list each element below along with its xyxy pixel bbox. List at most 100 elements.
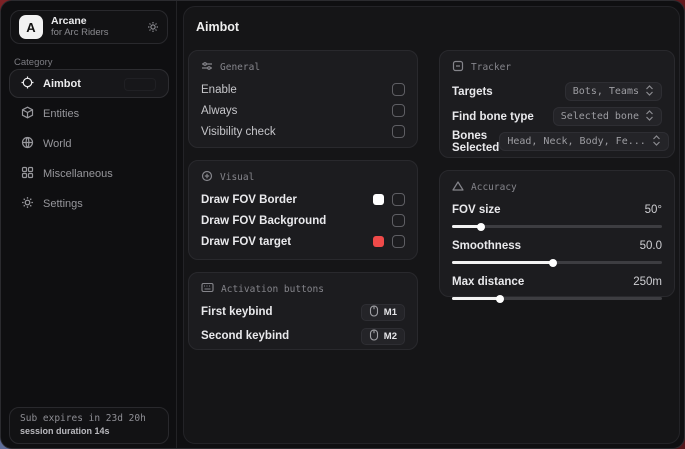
crosshair-icon [21,76,34,92]
slider-fill [452,297,500,300]
card-title: General [220,62,260,73]
setting-row-draw-fov-border: Draw FOV Border [201,189,405,210]
globe-icon [21,136,34,152]
sidebar-item-label: Entities [43,108,79,120]
draw-fov-target-checkbox[interactable] [392,235,405,248]
subscription-info: Sub expires in 23d 20h session duration … [9,407,169,444]
setting-label: Max distance [452,276,524,288]
card-title: Accuracy [471,182,517,193]
setting-label: Visibility check [201,126,276,138]
sidebar: A Arcane for Arc Riders Category [1,1,177,449]
unfold-icon [645,110,654,124]
sub-expiry-text: Sub expires in 23d 20h [20,413,158,424]
max-distance-slider[interactable] [452,294,662,303]
sidebar-item-entities[interactable]: Entities [9,99,169,128]
smoothness-slider[interactable] [452,258,662,267]
color-swatch[interactable] [373,236,384,247]
slider-thumb[interactable] [477,223,485,231]
sidebar-item-miscellaneous[interactable]: Miscellaneous [9,159,169,188]
slider-row-max-distance: Max distance 250m [452,273,662,303]
dropdown-value: Bots, Teams [573,86,639,97]
unfold-icon [652,135,661,149]
sidebar-item-aimbot[interactable]: Aimbot [9,69,169,98]
card-tracker: Tracker Targets Bots, Teams Find bone [439,50,675,158]
setting-label: Enable [201,84,237,96]
card-visual-header: Visual [201,170,405,185]
color-swatch[interactable] [373,194,384,205]
keybind-value: M1 [384,307,397,318]
setting-label: Find bone type [452,111,534,123]
card-general-header: General [201,60,405,75]
gear-icon [21,196,34,212]
dropdown-value: Selected bone [561,111,639,122]
setting-label: Draw FOV target [201,236,291,248]
setting-label: Second keybind [201,330,289,342]
card-visual: Visual Draw FOV Border Draw FOV Backgrou… [188,160,418,260]
setting-label: Always [201,105,237,117]
draw-fov-background-checkbox[interactable] [392,214,405,227]
mouse-icon [369,305,379,320]
always-checkbox[interactable] [392,104,405,117]
keyboard-icon [201,282,214,296]
sidebar-item-world[interactable]: World [9,129,169,158]
slider-row-smoothness: Smoothness 50.0 [452,237,662,267]
first-keybind-button[interactable]: M1 [361,304,405,321]
find-bone-type-dropdown[interactable]: Selected bone [553,107,662,126]
card-activation-header: Activation buttons [201,282,405,296]
sliders-icon [201,60,213,75]
app-logo: A [19,15,43,39]
card-title: Visual [220,172,254,183]
setting-label: FOV size [452,204,501,216]
setting-row-first-keybind: First keybind M1 [201,300,405,324]
slider-fill [452,261,553,264]
card-tracker-header: Tracker [452,60,662,75]
card-accuracy-header: Accuracy [452,180,662,195]
sidebar-item-label: World [43,138,72,150]
bones-selected-dropdown[interactable]: Head, Neck, Body, Fe... [499,132,668,151]
setting-row-visibility-check: Visibility check [201,121,405,142]
card-activation-buttons: Activation buttons First keybind M1 S [188,272,418,350]
setting-row-find-bone-type: Find bone type Selected bone [452,104,662,129]
main-panel: Aimbot General Enable Always [183,6,680,444]
app-subtitle: for Arc Riders [51,28,139,38]
app-title: Arcane [51,16,139,28]
draw-fov-border-checkbox[interactable] [392,193,405,206]
targets-dropdown[interactable]: Bots, Teams [565,82,662,101]
logo-card: A Arcane for Arc Riders [10,10,168,44]
setting-label: Targets [452,86,493,98]
slider-thumb[interactable] [496,295,504,303]
fov-size-slider[interactable] [452,222,662,231]
setting-row-second-keybind: Second keybind M2 [201,324,405,348]
visibility-check-checkbox[interactable] [392,125,405,138]
triangle-icon [452,180,464,195]
enable-checkbox[interactable] [392,83,405,96]
grid-icon [21,166,34,182]
slider-value: 50° [645,204,662,216]
setting-row-enable: Enable [201,79,405,100]
session-duration-text: session duration 14s [20,426,158,436]
scan-icon [452,60,464,75]
setting-label: Smoothness [452,240,521,252]
card-general: General Enable Always Visibility check [188,50,418,148]
app-window: A Arcane for Arc Riders Category [0,0,685,449]
page-title: Aimbot [196,20,239,34]
mouse-icon [369,329,379,344]
sidebar-item-settings[interactable]: Settings [9,189,169,218]
slider-value: 250m [633,276,662,288]
second-keybind-button[interactable]: M2 [361,328,405,345]
desktop-backdrop: A Arcane for Arc Riders Category [0,0,685,449]
setting-row-targets: Targets Bots, Teams [452,79,662,104]
setting-label: Draw FOV Border [201,194,297,206]
sidebar-item-label: Aimbot [43,78,81,90]
gear-icon[interactable] [147,21,159,33]
slider-row-fov-size: FOV size 50° [452,201,662,231]
dropdown-value: Head, Neck, Body, Fe... [507,136,645,147]
slider-value: 50.0 [640,240,662,252]
category-label: Category [14,57,53,68]
eye-icon [201,170,213,185]
slider-thumb[interactable] [549,259,557,267]
setting-row-draw-fov-target: Draw FOV target [201,231,405,252]
setting-label: First keybind [201,306,273,318]
keybind-placeholder [124,78,156,91]
card-title: Activation buttons [221,284,324,295]
